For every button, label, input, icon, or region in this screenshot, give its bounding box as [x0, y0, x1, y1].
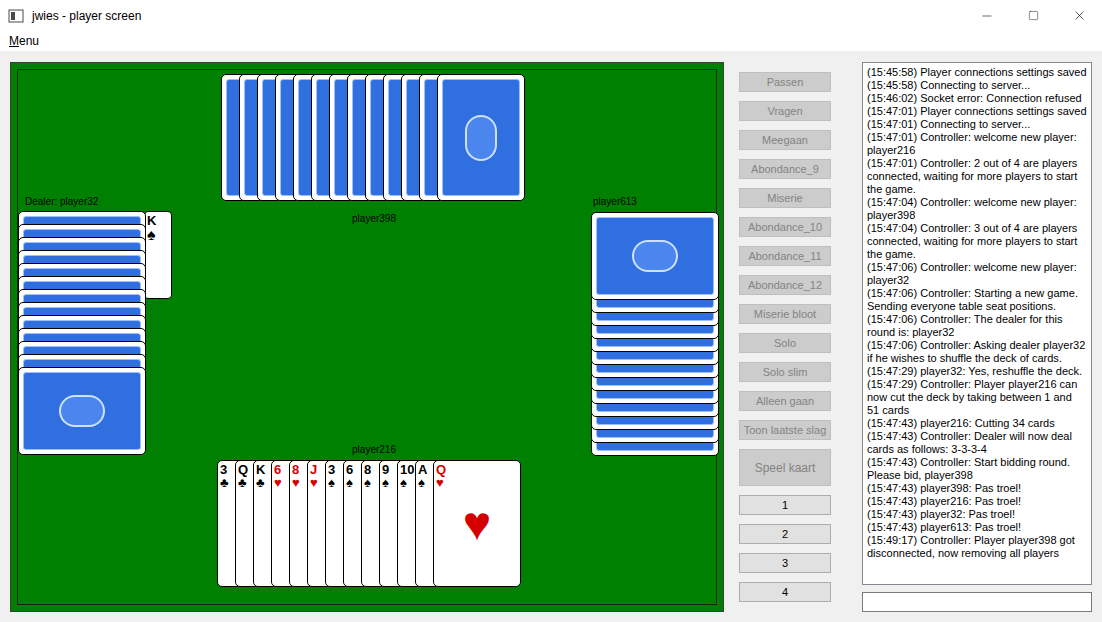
log-entry: (15:47:06) Controller: The dealer for th…: [867, 313, 1087, 339]
player-label: player216: [314, 442, 434, 457]
own-hand: 3♣Q♣K♣6♥8♥J♥3♠6♠8♠9♠10♠A♠Q♥♥: [217, 460, 521, 587]
bid-button[interactable]: Abondance_10: [739, 217, 831, 237]
log-entry: (15:47:29) Controller: Player player216 …: [867, 378, 1087, 417]
game-table: player398 Dealer: player32 K♠ player613 play…: [10, 62, 724, 612]
log-entry: (15:47:29) player32: Yes, reshuffle the …: [867, 365, 1087, 378]
bid-button[interactable]: Miserie bloot: [739, 304, 831, 324]
bid-button[interactable]: Abondance_12: [739, 275, 831, 295]
bid-button[interactable]: 1: [739, 495, 831, 515]
played-card: K♠: [144, 211, 172, 299]
card-back: [591, 212, 719, 300]
player-label: Dealer: player32: [25, 194, 98, 209]
log-entry: (15:47:04) Controller: 3 out of 4 are pl…: [867, 222, 1087, 261]
bid-button[interactable]: Alleen gaan: [739, 391, 831, 411]
maximize-icon: [1028, 10, 1039, 21]
log-entry: (15:46:02) Socket error: Connection refu…: [867, 92, 1087, 105]
card-back: [437, 74, 525, 201]
bid-button[interactable]: Meegaan: [739, 130, 831, 150]
minimize-button[interactable]: [964, 0, 1010, 31]
log-entry: (15:47:01) Controller: welcome new playe…: [867, 131, 1087, 157]
player-label: player398: [314, 211, 434, 226]
log-entry: (15:47:43) player32: Pas troel!: [867, 508, 1087, 521]
chat-input[interactable]: [862, 592, 1092, 612]
bid-button[interactable]: 4: [739, 582, 831, 602]
top-hand: [221, 74, 525, 201]
bid-button[interactable]: Passen: [739, 72, 831, 92]
window-title: jwies - player screen: [32, 7, 141, 25]
playing-card[interactable]: Q♥♥: [433, 460, 521, 587]
close-icon: [1072, 8, 1087, 23]
menu-item[interactable]: Menu: [9, 32, 39, 50]
bid-button[interactable]: Abondance_9: [739, 159, 831, 179]
bid-button[interactable]: Vragen: [739, 101, 831, 121]
log-entry: (15:47:01) Controller: 2 out of 4 are pl…: [867, 157, 1087, 196]
bid-button[interactable]: 2: [739, 524, 831, 544]
title-bar: jwies - player screen: [0, 0, 1102, 31]
bid-button[interactable]: Miserie: [739, 188, 831, 208]
right-hand: [591, 212, 719, 456]
menu-bar: Menu: [0, 31, 1102, 52]
log-entry: (15:47:01) Player connections settings s…: [867, 105, 1087, 118]
log-entry: (15:47:06) Controller: Starting a new ga…: [867, 287, 1087, 313]
log-entry: (15:47:04) Controller: welcome new playe…: [867, 196, 1087, 222]
app-window: jwies - player screen Menu player398 Dealer…: [0, 0, 1102, 622]
minimize-icon: [980, 9, 994, 23]
maximize-button[interactable]: [1010, 0, 1056, 31]
log-entry: (15:47:06) Controller: Asking dealer pla…: [867, 339, 1087, 365]
log-entry: (15:47:43) Controller: Dealer will now d…: [867, 430, 1087, 456]
log-entry: (15:47:43) player613: Pas troel!: [867, 521, 1087, 534]
bid-button[interactable]: Solo: [739, 333, 831, 353]
log-entry: (15:47:43) player398: Pas troel!: [867, 482, 1087, 495]
bid-button[interactable]: Speel kaart: [739, 449, 831, 486]
left-hand: [18, 211, 146, 455]
bid-button[interactable]: 3: [739, 553, 831, 573]
bid-buttons: Passen Vragen Meegaan Abondance_9 Miserie Abo…: [739, 62, 831, 612]
log-entry: (15:47:43) Controller: Start bidding rou…: [867, 456, 1087, 482]
player-label: player613: [593, 194, 637, 209]
bid-button[interactable]: Abondance_11: [739, 246, 831, 266]
log-entry: (15:49:17) Controller: Player player398 …: [867, 534, 1087, 560]
card-back: [18, 367, 146, 455]
log-entry: (15:45:58) Connecting to server...: [867, 79, 1087, 92]
log-entry: (15:47:43) player216: Cutting 34 cards: [867, 417, 1087, 430]
log-entry: (15:47:01) Connecting to server...: [867, 118, 1087, 131]
log-entry: (15:47:43) player216: Pas troel!: [867, 495, 1087, 508]
log-panel: (15:45:58) Player connections settings s…: [862, 62, 1092, 585]
app-icon: [8, 8, 24, 24]
log-entry: (15:45:58) Player connections settings s…: [867, 66, 1087, 79]
bid-button[interactable]: Solo slim: [739, 362, 831, 382]
bid-button[interactable]: Toon laatste slag: [739, 420, 831, 440]
close-button[interactable]: [1056, 0, 1102, 31]
log-entry: (15:47:06) Controller: welcome new playe…: [867, 261, 1087, 287]
